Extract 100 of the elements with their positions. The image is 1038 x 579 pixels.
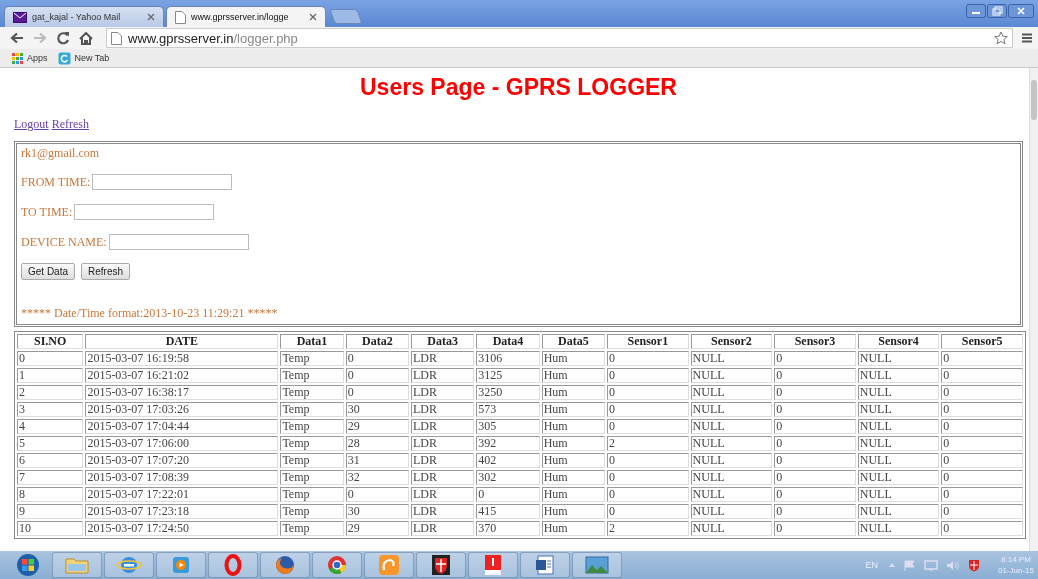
table-cell: 0	[607, 385, 689, 400]
forward-arrow-icon[interactable]	[33, 32, 47, 44]
tab-title: www.gprsserver.in/logge	[191, 12, 290, 22]
table-cell: 0	[941, 402, 1023, 417]
table-cell: LDR	[411, 436, 475, 451]
bookmark[interactable]: Apps	[12, 52, 48, 64]
table-cell: NULL	[857, 470, 940, 485]
form-button[interactable]: Get Data	[21, 263, 76, 280]
link[interactable]: Logout	[14, 117, 49, 131]
table-cell: NULL	[690, 368, 773, 383]
url-text: www.gprsserver.in/logger.php	[128, 30, 298, 46]
table-cell: 573	[476, 402, 540, 417]
bookmark[interactable]: New Tab	[57, 51, 110, 65]
table-cell: 0	[774, 453, 856, 468]
flag-icon[interactable]	[903, 559, 916, 571]
new-tab-button[interactable]	[329, 9, 363, 24]
table-cell: 4	[17, 419, 84, 434]
browser-tab[interactable]: gat_kajal - Yahoo Mail	[4, 6, 164, 27]
table-cell: NULL	[690, 487, 773, 502]
scrollbar[interactable]	[1029, 68, 1038, 551]
table-cell: 0	[607, 453, 689, 468]
input-field[interactable]	[92, 174, 233, 190]
table-cell: 0	[774, 487, 856, 502]
apps-grid-icon	[12, 52, 23, 64]
table-cell: 10	[17, 521, 84, 536]
restore-icon[interactable]	[987, 4, 1007, 18]
network-icon[interactable]	[923, 559, 938, 571]
table-cell: NULL	[690, 504, 773, 519]
caret-up-icon[interactable]	[887, 562, 896, 568]
table-cell: NULL	[690, 402, 773, 417]
table-cell: 9	[17, 504, 84, 519]
shield-icon[interactable]	[967, 558, 980, 572]
close-icon[interactable]	[1008, 4, 1034, 18]
menu-icon[interactable]	[1022, 33, 1032, 43]
table-cell: 0	[941, 453, 1023, 468]
user-email: rk1@gmail.com	[21, 146, 101, 160]
taskbar-button[interactable]	[416, 552, 466, 578]
table-cell: 0	[345, 385, 410, 400]
table-cell: 0	[774, 385, 856, 400]
column-header: Data5	[541, 334, 605, 349]
table-cell: 2015-03-07 17:23:18	[85, 504, 279, 519]
table-cell: 29	[345, 521, 410, 536]
table-cell: 2015-03-07 17:07:20	[85, 453, 279, 468]
table-cell: LDR	[411, 470, 475, 485]
home-icon[interactable]	[79, 31, 93, 45]
page-icon	[175, 10, 186, 24]
table-cell: 0	[345, 368, 410, 383]
close-icon[interactable]	[309, 13, 317, 21]
table-cell: 0	[607, 402, 689, 417]
table-cell: 305	[476, 419, 540, 434]
table-cell: Hum	[541, 470, 605, 485]
table-cell: 2015-03-07 16:21:02	[85, 368, 279, 383]
table-cell: Hum	[541, 504, 605, 519]
table-cell: LDR	[411, 419, 475, 434]
landscape-icon	[582, 553, 612, 577]
column-header: DATE	[85, 334, 279, 349]
input-field[interactable]	[108, 234, 249, 250]
table-cell: LDR	[411, 368, 475, 383]
table-cell: NULL	[857, 436, 940, 451]
reload-icon[interactable]	[56, 31, 70, 45]
table-cell: 2	[17, 385, 84, 400]
page-title: Users Page - GPRS LOGGER	[359, 73, 678, 101]
column-header: SI.NO	[17, 334, 84, 349]
table-cell: 0	[345, 487, 410, 502]
table-cell: NULL	[690, 419, 773, 434]
table-cell: Temp	[280, 419, 344, 434]
table-cell: 0	[941, 385, 1023, 400]
input-field[interactable]	[74, 204, 215, 220]
table-cell: 0	[607, 487, 689, 502]
table-cell: NULL	[857, 385, 940, 400]
table-cell: Temp	[280, 385, 344, 400]
link[interactable]: Refresh	[51, 117, 89, 131]
back-arrow-icon[interactable]	[10, 32, 24, 44]
column-header: Data1	[280, 334, 344, 349]
table-cell: Temp	[280, 351, 344, 366]
close-icon[interactable]	[147, 13, 155, 21]
address-bar[interactable]: www.gprsserver.in/logger.php	[106, 28, 1013, 48]
form-button[interactable]: Refresh	[81, 263, 131, 280]
taskbar-button[interactable]	[520, 552, 570, 578]
speaker-icon[interactable]	[945, 559, 960, 571]
table-cell: 0	[941, 436, 1023, 451]
table-cell: NULL	[857, 368, 940, 383]
table-cell: Temp	[280, 504, 344, 519]
table-cell: 392	[476, 436, 540, 451]
table-cell: 2015-03-07 17:06:00	[85, 436, 279, 451]
table-cell: 28	[345, 436, 410, 451]
column-header: Data3	[411, 334, 475, 349]
table-cell: 2015-03-07 16:19:58	[85, 351, 279, 366]
table-cell: LDR	[411, 504, 475, 519]
column-header: Sensor1	[607, 334, 689, 349]
table-cell: Temp	[280, 487, 344, 502]
star-icon[interactable]	[994, 31, 1008, 45]
table-cell: Hum	[541, 521, 605, 536]
table-cell: 0	[774, 521, 856, 536]
table-cell: 3106	[476, 351, 540, 366]
table-cell: 3125	[476, 368, 540, 383]
browser-tab[interactable]: www.gprsserver.in/logge	[166, 6, 326, 27]
table-cell: NULL	[857, 453, 940, 468]
minimize-icon[interactable]	[966, 4, 986, 18]
table-cell: Temp	[280, 470, 344, 485]
